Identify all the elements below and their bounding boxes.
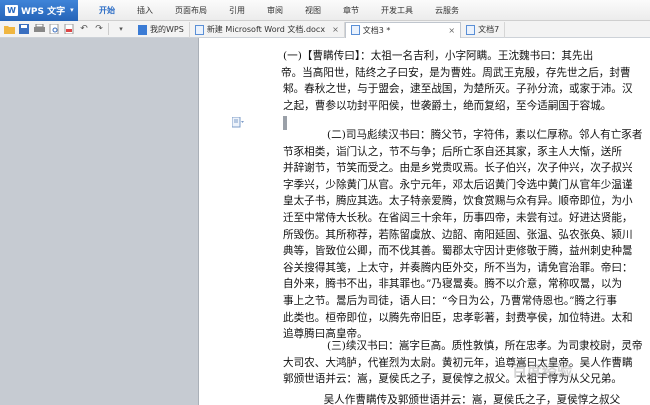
menu-review[interactable]: 审阅 (256, 0, 294, 21)
text-line: (二)司马彪续汉书曰：腾父节，字符伟，素以仁厚称。邻人有亡豕者 (327, 129, 643, 141)
tab-document3[interactable]: 文档3 * × (344, 21, 462, 38)
text-line: 迁至中常侍大长秋。在省闼三十余年，历事四帝，未尝有过。好进达贤能， (283, 211, 633, 224)
close-icon[interactable]: × (448, 26, 455, 35)
toolbar-divider (108, 23, 109, 35)
text-line: 皇太子书，腾应其选。太子特亲爱腾，饮食赏赐与众有异。顺帝即位，为小 (283, 195, 633, 208)
close-icon[interactable]: × (332, 25, 339, 34)
text-line: 此类也。桓帝即位，以腾先帝旧臣，忠孝彰著，封费亭侯，加位特进。太和 (283, 311, 633, 324)
menu-view[interactable]: 视图 (294, 0, 332, 21)
export-pdf-icon[interactable] (63, 23, 75, 35)
watermark: 百度经验 (512, 362, 573, 380)
chevron-down-icon: ▾ (70, 6, 74, 14)
paragraph-2[interactable]: (二)司马彪续汉书曰：腾父节，字符伟，素以仁厚称。邻人有亡豕者 节豕相类，诣门认… (283, 127, 650, 343)
tab-document7[interactable]: 文档7 (461, 21, 506, 38)
text-line: 所毁伤。其所称荐，若陈留虞放、边韶、南阳延固、张温、弘农张奂、颍川 (283, 228, 633, 241)
paragraph-4[interactable]: 吴人作曹瞒传及郭颁世语并云：嵩，夏侯氏之子，夏侯惇之叔父 (283, 392, 650, 405)
document-icon (466, 24, 476, 35)
text-line: (一)【曹瞒传曰】：太祖一名吉利，小字阿瞒。王沈魏书曰：其先出 (283, 50, 594, 62)
wps-logo-icon: W (5, 4, 18, 16)
print-icon[interactable] (33, 23, 45, 35)
menu-cloud[interactable]: 云服务 (424, 0, 470, 21)
menu-page-layout[interactable]: 页面布局 (164, 0, 218, 21)
tab-word-doc[interactable]: 新建 Microsoft Word 文档.docx × (190, 21, 345, 38)
text-line: 大司农、大鸿胪，代崔烈为太尉。黄初元年，追尊嵩曰太皇帝。吴人作曹瞒 (283, 356, 633, 369)
text-line: 节豕相类，诣门认之，节不与争；后所亡豕自还其家，豕主人大惭，送所 (283, 145, 622, 158)
paragraph-3[interactable]: (三)续汉书曰：嵩字巨高。质性敦慎，所在忠孝。为司隶校尉，灵帝 大司农、大鸿胪，… (283, 338, 650, 388)
menu-section[interactable]: 章节 (332, 0, 370, 21)
text-line: 帝。当高阳世，陆终之子曰安，是为曹姓。周武王克殷，存先世之后，封曹 (281, 66, 631, 79)
text-line: 典等，皆致位公卿，而不伐其善。蜀郡太守因计吏修敬于腾，益州刺史种暠 (283, 245, 633, 258)
undo-icon[interactable]: ↶ (78, 23, 90, 35)
tab-label: 文档7 (478, 25, 500, 34)
app-name: WPS 文字 (21, 6, 66, 17)
text-line: 自外来，腾书不出，非其罪也。”乃寝暠奏。腾不以介意，常称叹暠，以为 (283, 278, 623, 291)
text-line: 事上之节。暠后为司徒，语人曰：“今日为公，乃曹常侍恩也。”腾之行事 (283, 294, 617, 307)
text-line: 邾。春秋之世，与于盟会，逮至战国，为楚所灭。子孙分流，或家于沛。汉 (283, 83, 633, 96)
text-line: 并辞谢节，节笑而受之。由是乡党贵叹焉。长子伯兴，次子仲兴，次子叔兴 (283, 162, 633, 175)
document-icon (194, 24, 204, 35)
paragraph-marker-icon[interactable] (231, 116, 244, 129)
menu-bar: W WPS 文字 ▾ 开始 插入 页面布局 引用 审阅 视图 章节 开发工具 云… (0, 0, 650, 21)
tab-bar: ↶ ↷ ▾ 我的WPS 新建 Microsoft Word 文档.docx × … (0, 21, 650, 38)
document-icon (350, 25, 360, 35)
tab-label: 新建 Microsoft Word 文档.docx (206, 25, 326, 34)
text-line: 郭颁世语并云：嵩，夏侯氏之子，夏侯惇之叔父。太祖于惇为从父兄弟。 (283, 373, 622, 386)
menu-home[interactable]: 开始 (88, 0, 126, 21)
home-icon (138, 24, 147, 35)
paragraph-1[interactable]: (一)【曹瞒传曰】：太祖一名吉利，小字阿瞒。王沈魏书曰：其先出 帝。当高阳世，陆… (281, 48, 650, 114)
text-line: 吴人作曹瞒传及郭颁世语并云：嵩，夏侯氏之子，夏侯惇之叔父 (313, 394, 621, 405)
menu-insert[interactable]: 插入 (126, 0, 164, 21)
text-line: 之起，曹参以功封平阳侯，世袭爵土，绝而复绍，至今适嗣国于容城。 (283, 99, 612, 112)
open-folder-icon[interactable] (3, 23, 15, 35)
tab-label: 我的WPS (150, 25, 184, 34)
menu-developer[interactable]: 开发工具 (370, 0, 424, 21)
text-line: 谷关搜得其笺，上太守，并奏腾内臣外交，所不当为，请免官治罪。帝曰： (283, 261, 633, 274)
app-menu-button[interactable]: W WPS 文字 ▾ (0, 0, 78, 21)
print-preview-icon[interactable] (48, 23, 60, 35)
tab-my-wps[interactable]: 我的WPS (133, 21, 190, 38)
save-icon[interactable] (18, 23, 30, 35)
menu-references[interactable]: 引用 (218, 0, 256, 21)
text-line: (三)续汉书曰：嵩字巨高。质性敦慎，所在忠孝。为司隶校尉，灵帝 (327, 340, 643, 352)
redo-icon[interactable]: ↷ (93, 23, 105, 35)
text-line: 字季兴，少除黄门从官。永宁元年，邓太后诏黄门令选中黄门从官年少温谨 (283, 178, 633, 191)
toolbar-dropdown-icon[interactable]: ▾ (115, 23, 127, 35)
tab-label: 文档3 * (362, 25, 391, 35)
